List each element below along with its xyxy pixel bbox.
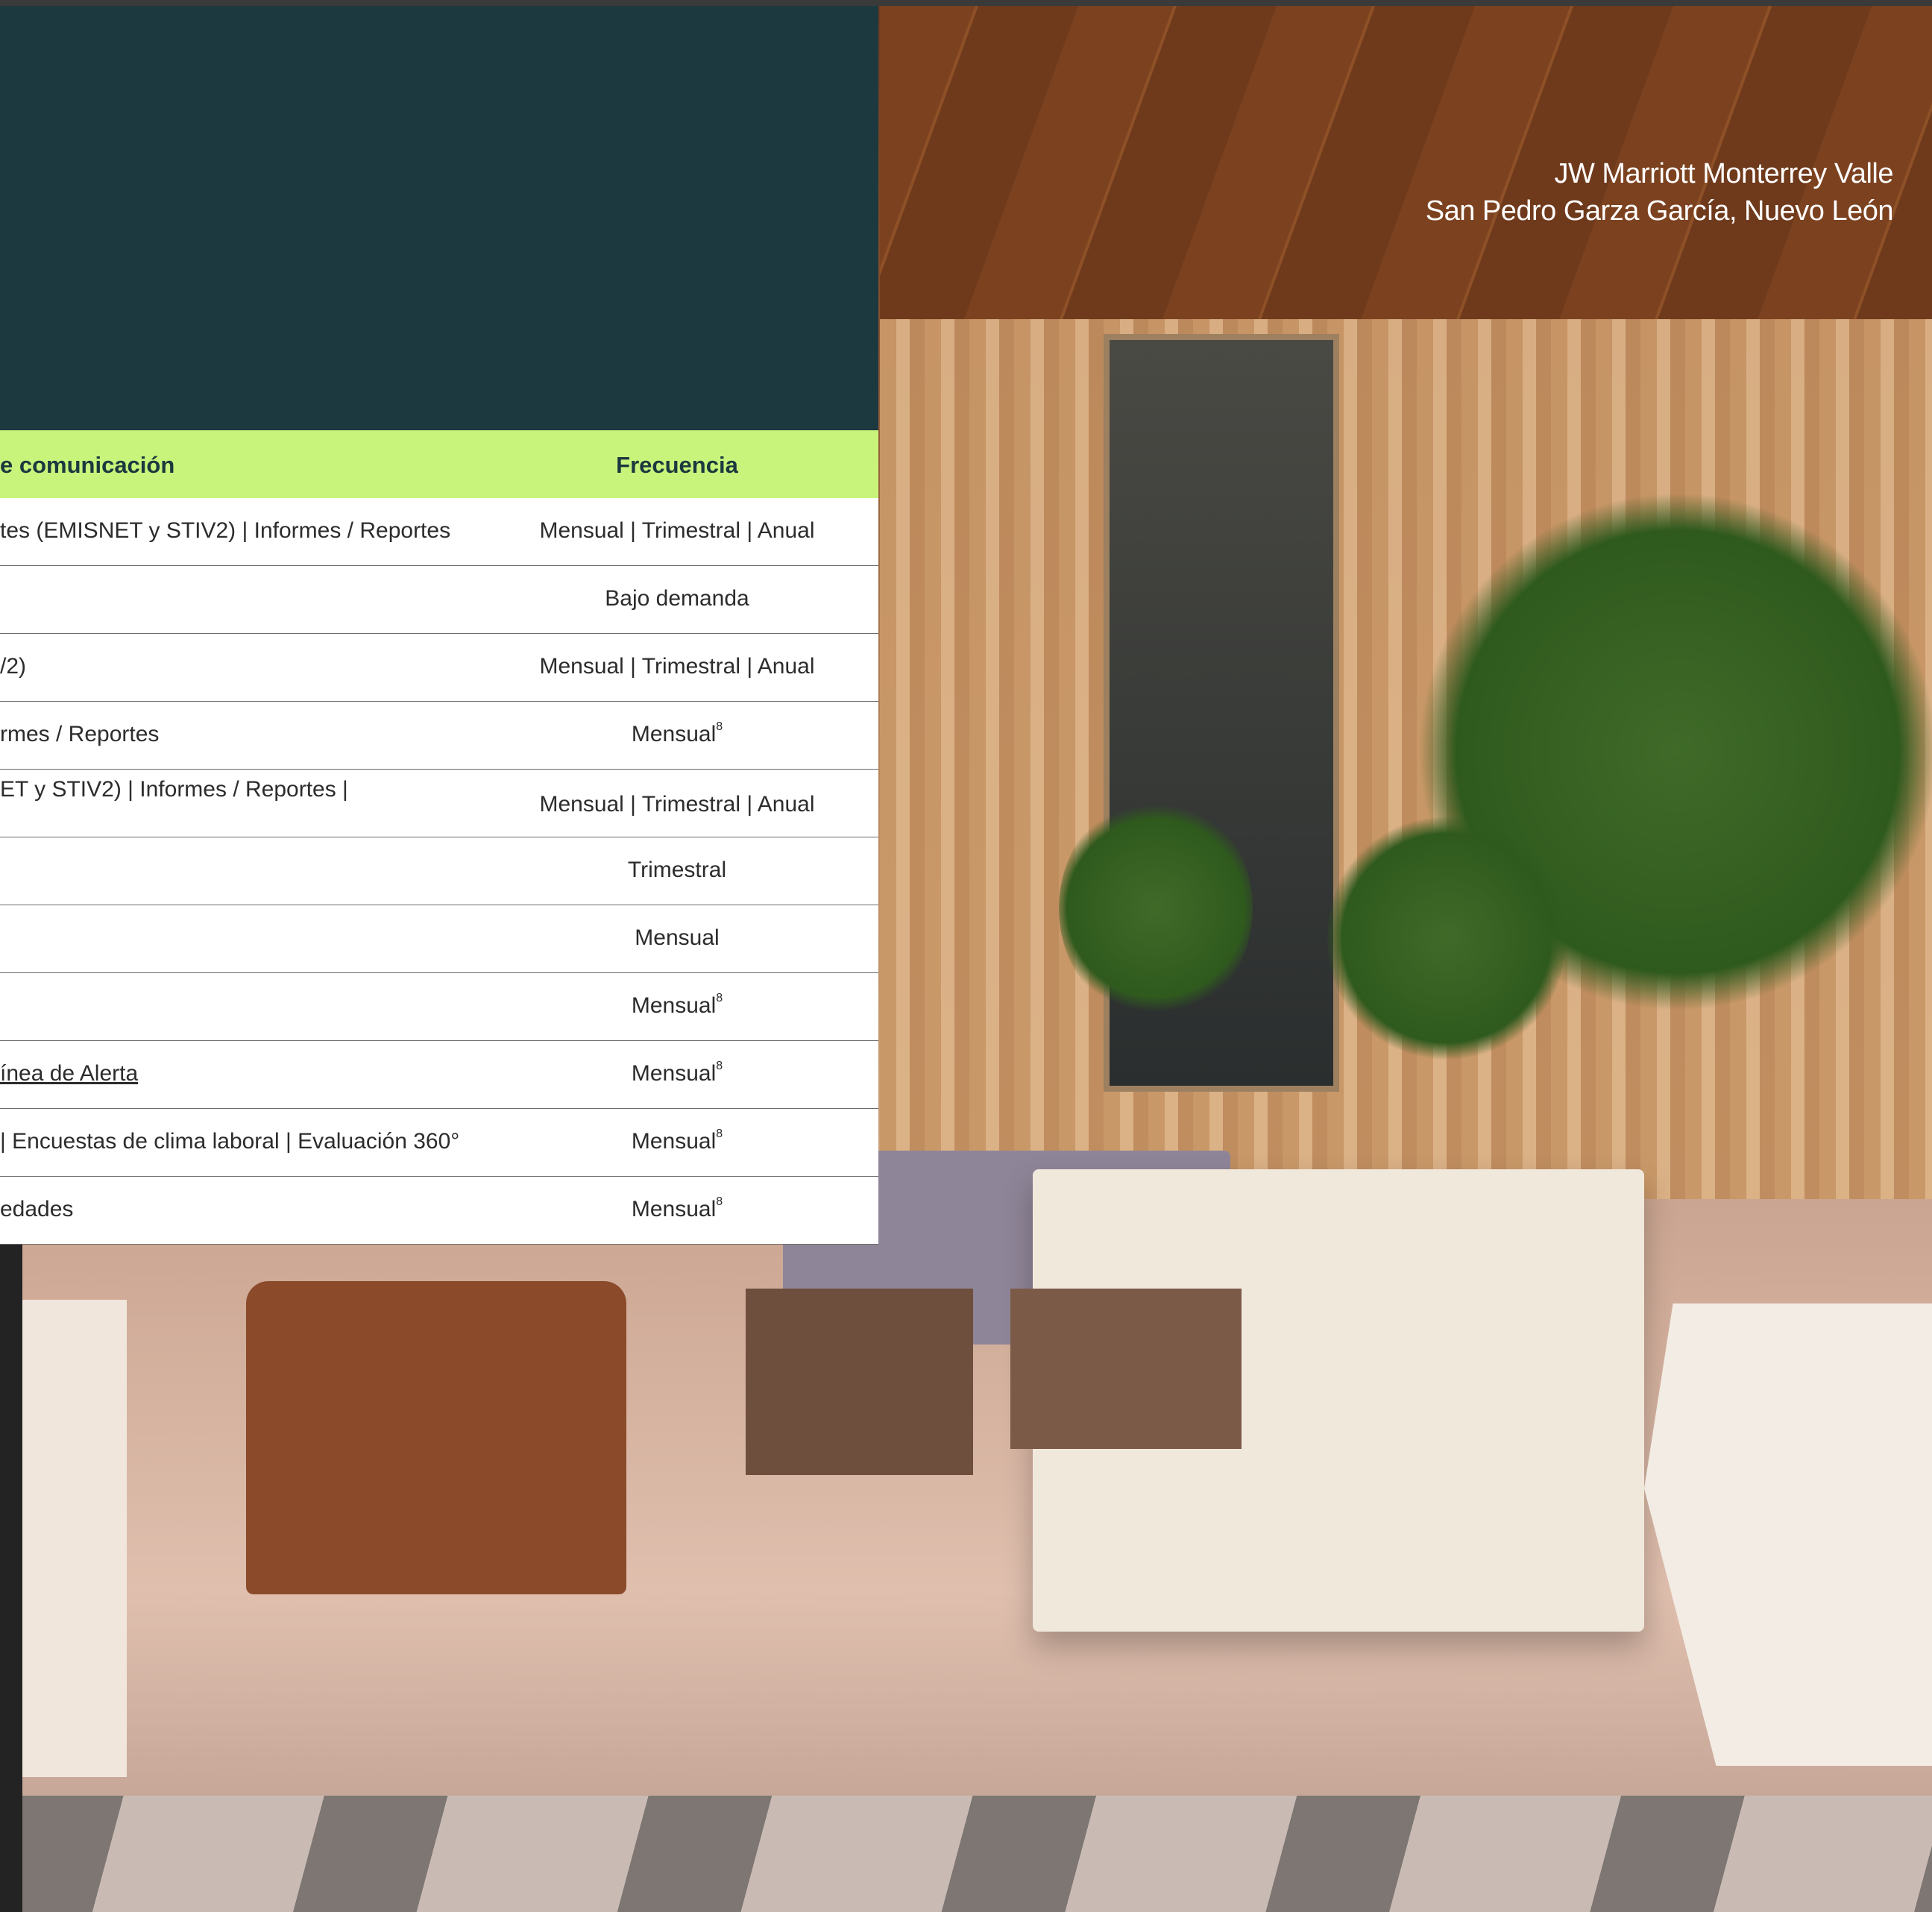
table-row: Trimestral: [0, 837, 878, 905]
frequency-text: Mensual: [631, 1129, 717, 1154]
channel-cell[interactable]: ínea de Alerta: [0, 1061, 138, 1086]
header-frequency: Frecuencia: [616, 452, 738, 478]
channel-cell: /2): [0, 654, 27, 679]
table-row: Mensual8: [0, 973, 878, 1041]
frequency-text: Mensual | Trimestral | Anual: [539, 654, 815, 679]
table-row: ínea de Alerta Mensual8: [0, 1041, 878, 1109]
channel-cell: edades: [0, 1197, 74, 1221]
frequency-cell: Mensual | Trimestral | Anual: [522, 792, 832, 817]
plant: [1327, 811, 1566, 1065]
table-header: e comunicación Frecuencia: [0, 430, 878, 498]
frequency-text: Mensual: [635, 925, 720, 950]
frequency-cell: Mensual8: [522, 1128, 832, 1154]
frequency-text: Mensual | Trimestral | Anual: [539, 518, 815, 543]
caption-hotel: JW Marriott Monterrey Valle: [1554, 158, 1893, 189]
communication-table: e comunicación Frecuencia tes (EMISNET y…: [0, 430, 878, 1245]
footnote-ref: 8: [716, 1060, 723, 1072]
frequency-cell: Bajo demanda: [522, 586, 832, 611]
table-row: ET y STIV2) | Informes / Reportes | Mensu…: [0, 770, 878, 837]
alert-line-link[interactable]: ínea de Alerta: [0, 1061, 138, 1086]
frequency-cell: Mensual | Trimestral | Anual: [522, 518, 832, 544]
plant: [1059, 796, 1253, 1020]
table-row: Mensual: [0, 905, 878, 973]
footnote-ref: 8: [716, 1195, 723, 1208]
frequency-text: Mensual: [631, 1197, 717, 1221]
floor-stripe: [0, 1796, 1932, 1912]
channel-cell: ET y STIV2) | Informes / Reportes |: [0, 777, 348, 802]
channel-cell: tes (EMISNET y STIV2) | Informes / Repor…: [0, 518, 451, 543]
frequency-text: Mensual: [631, 993, 717, 1018]
frequency-cell: Mensual: [522, 925, 832, 951]
marble-table: [1010, 1289, 1242, 1449]
top-border: [0, 0, 1932, 6]
table-row: /2) Mensual | Trimestral | Anual: [0, 634, 878, 702]
table-row: | Encuestas de clima laboral | Evaluació…: [0, 1109, 878, 1177]
photo-caption: JW Marriott Monterrey Valle San Pedro Ga…: [1425, 155, 1894, 230]
table-row: tes (EMISNET y STIV2) | Informes / Repor…: [0, 498, 878, 566]
frequency-text: Mensual: [631, 722, 717, 746]
frequency-cell: Mensual8: [522, 1060, 832, 1086]
table-row: edades Mensual8: [0, 1177, 878, 1245]
frequency-cell: Mensual | Trimestral | Anual: [522, 654, 832, 679]
dark-teal-panel: [0, 6, 878, 431]
header-channel-text: e comunicación: [0, 452, 175, 478]
frequency-cell: Mensual8: [522, 720, 832, 747]
frequency-cell: Trimestral: [522, 858, 832, 883]
leather-armchair: [246, 1281, 626, 1594]
channel-cell: rmes / Reportes: [0, 722, 160, 746]
footnote-ref: 8: [716, 720, 723, 733]
white-planter: [22, 1300, 127, 1777]
channel-cell: | Encuestas de clima laboral | Evaluació…: [0, 1129, 460, 1154]
caption-location: San Pedro Garza García, Nuevo León: [1425, 195, 1894, 227]
left-edge: [0, 1242, 22, 1912]
frequency-text: Trimestral: [627, 858, 727, 882]
frequency-text: Bajo demanda: [605, 586, 749, 611]
table-row: rmes / Reportes Mensual8: [0, 702, 878, 770]
header-channel: e comunicación: [0, 452, 174, 479]
footnote-ref: 8: [716, 992, 723, 1004]
frequency-cell: Mensual8: [522, 992, 832, 1019]
table-body: tes (EMISNET y STIV2) | Informes / Repor…: [0, 498, 878, 1245]
marble-table: [746, 1289, 973, 1475]
frequency-cell: Mensual8: [522, 1195, 832, 1222]
frequency-text: Mensual | Trimestral | Anual: [539, 792, 815, 817]
footnote-ref: 8: [716, 1128, 723, 1140]
table-row: Bajo demanda: [0, 566, 878, 634]
frequency-text: Mensual: [631, 1061, 717, 1086]
